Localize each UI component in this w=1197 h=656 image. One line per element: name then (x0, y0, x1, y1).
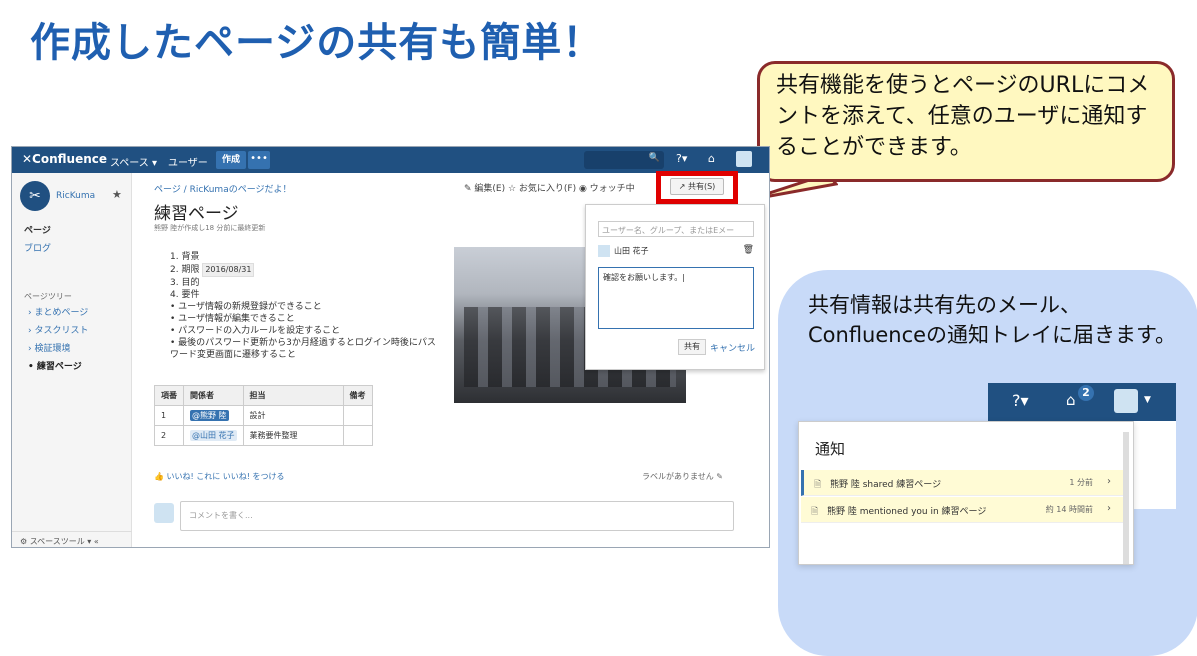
table-header: 備考 (342, 385, 373, 406)
sidebar-item-pages[interactable]: ページ (24, 223, 51, 236)
list-item: • 最後のパスワード更新から3か月経過するとログイン時後にパスワード変更画面に遷… (170, 338, 436, 360)
tree-item[interactable]: › タスクリスト (28, 323, 88, 336)
chevron-right-icon: › (1107, 503, 1111, 514)
table-row: 2 @山田 花子 業務要件整理 (154, 425, 373, 446)
page-icon: 🗎 (814, 480, 822, 490)
sidebar: ✂ RicKuma ★ ページ ブログ ページツリー › まとめページ › タス… (12, 173, 132, 547)
byline: 熊野 陸が作成し18 分前に最終更新 (154, 224, 266, 232)
tree-item[interactable]: › 検証環境 (28, 341, 70, 354)
list-item: • ユーザ情報の新規登録ができること (170, 302, 322, 312)
share-cancel-link[interactable]: キャンセル (710, 341, 755, 354)
more-button[interactable]: ••• (248, 151, 270, 169)
page-actions[interactable]: ✎ 編集(E) ☆ お気に入り(F) ◉ ウォッチ中 (464, 181, 635, 194)
ordered-list: 1. 背景 2. 期限 2016/08/31 3. 目的 4. 要件 (170, 251, 255, 301)
list-item: • ユーザ情報が編集できること (170, 314, 295, 324)
list-item: 4. 要件 (170, 290, 200, 300)
space-name[interactable]: RicKuma (56, 191, 95, 201)
notification-item[interactable]: 🗎 熊野 陸 shared 練習ページ 1 分前 › (801, 470, 1123, 496)
share-highlight (656, 171, 738, 204)
list-item: 2. 期限 2016/08/31 (170, 263, 255, 277)
spaces-menu[interactable]: スペース ▾ (110, 154, 157, 169)
recipient-avatar (598, 245, 610, 257)
page-icon: 🗎 (811, 507, 819, 517)
tree-item-current[interactable]: • 練習ページ (28, 359, 82, 372)
help-icon[interactable]: ?▾ (676, 152, 687, 165)
notification-tray-icon[interactable]: ⌂ (1066, 391, 1076, 409)
share-note-textarea[interactable]: 確認をお願いします。| (598, 267, 754, 329)
notification-item[interactable]: 🗎 熊野 陸 mentioned you in 練習ページ 約 14 時間前 › (801, 497, 1123, 523)
notification-panel: 通知 🗎 熊野 陸 shared 練習ページ 1 分前 › 🗎 熊野 陸 men… (798, 421, 1134, 565)
share-recipient: 山田 花子 🗑 (598, 245, 754, 259)
bullet-list: • ユーザ情報の新規登録ができること • ユーザ情報が編集できること • パスワ… (170, 301, 440, 361)
callout-box: 共有機能を使うとページのURLにコメントを添えて、任意のユーザに通知することがで… (757, 61, 1175, 182)
share-submit-button[interactable]: 共有 (678, 339, 706, 355)
notification-bar: ?▾ ⌂ 2 ▼ (988, 383, 1176, 421)
notification-side (1134, 421, 1176, 509)
page-tree-title: ページツリー (24, 292, 72, 301)
user-avatar[interactable] (736, 151, 752, 167)
tree-item[interactable]: › まとめページ (28, 305, 88, 318)
table-header: 関係者 (183, 385, 244, 406)
table-row: 1 @熊野 陸 設計 (154, 405, 373, 426)
slide-title: 作成したページの共有も簡単！ (30, 20, 604, 66)
confluence-screenshot: ✕Confluence スペース ▾ ユーザー 作成 ••• 🔍 ?▾ ⌂ ✂ … (11, 146, 770, 548)
notification-heading: 通知 (815, 440, 846, 458)
info-panel-text: 共有情報は共有先のメール、Confluenceの通知トレイに届きます。 (808, 293, 1176, 347)
space-tools[interactable]: ⚙ スペースツール ▾ « (12, 531, 132, 547)
labels-area[interactable]: ラベルがありません ✎ (642, 471, 723, 482)
notification-tray-icon[interactable]: ⌂ (708, 152, 715, 165)
share-user-input[interactable]: ユーザー名、グループ、またはEメー (598, 221, 754, 237)
assignment-table: 項番 関係者 担当 備考 1 @熊野 陸 設計 2 @山田 花子 業務要件整理 (154, 385, 373, 446)
table-header: 担当 (242, 385, 344, 406)
like-link[interactable]: 👍 いいね! これに いいね! をつける (154, 471, 285, 482)
top-navigation-bar: ✕Confluence スペース ▾ ユーザー 作成 ••• 🔍 ?▾ ⌂ (12, 147, 769, 173)
list-item: 1. 背景 (170, 252, 200, 262)
users-menu[interactable]: ユーザー (168, 154, 208, 169)
user-avatar[interactable] (1114, 389, 1138, 413)
sidebar-item-blog[interactable]: ブログ (24, 241, 51, 254)
trash-icon[interactable]: 🗑 (743, 245, 754, 255)
help-icon[interactable]: ?▾ (1012, 391, 1029, 410)
scrollbar[interactable] (1123, 432, 1129, 564)
page-title: 練習ページ (154, 204, 239, 224)
notification-count-badge: 2 (1078, 385, 1094, 401)
search-input[interactable]: 🔍 (584, 151, 664, 169)
create-button[interactable]: 作成 (216, 151, 246, 169)
chevron-down-icon[interactable]: ▼ (1144, 395, 1151, 405)
confluence-logo[interactable]: ✕Confluence (22, 152, 107, 166)
share-dialog: ユーザー名、グループ、またはEメー 山田 花子 🗑 確認をお願いします。| 共有… (585, 204, 765, 370)
list-item: 3. 目的 (170, 278, 200, 288)
table-header: 項番 (154, 385, 184, 406)
comment-avatar (154, 503, 174, 523)
slide: 作成したページの共有も簡単！ 共有機能を使うとページのURLにコメントを添えて、… (0, 0, 1197, 656)
comment-input[interactable]: コメントを書く... (180, 501, 734, 531)
chevron-right-icon: › (1107, 476, 1111, 487)
user-mention[interactable]: @熊野 陸 (190, 410, 229, 421)
star-icon[interactable]: ★ (112, 188, 122, 201)
search-icon: 🔍 (648, 153, 660, 163)
user-mention[interactable]: @山田 花子 (190, 430, 237, 441)
space-logo-icon[interactable]: ✂ (20, 181, 50, 211)
breadcrumb[interactable]: ページ / RicKumaのページだよ！ (154, 182, 292, 195)
date-lozenge: 2016/08/31 (202, 263, 255, 277)
list-item: • パスワードの入力ルールを設定すること (170, 326, 341, 336)
